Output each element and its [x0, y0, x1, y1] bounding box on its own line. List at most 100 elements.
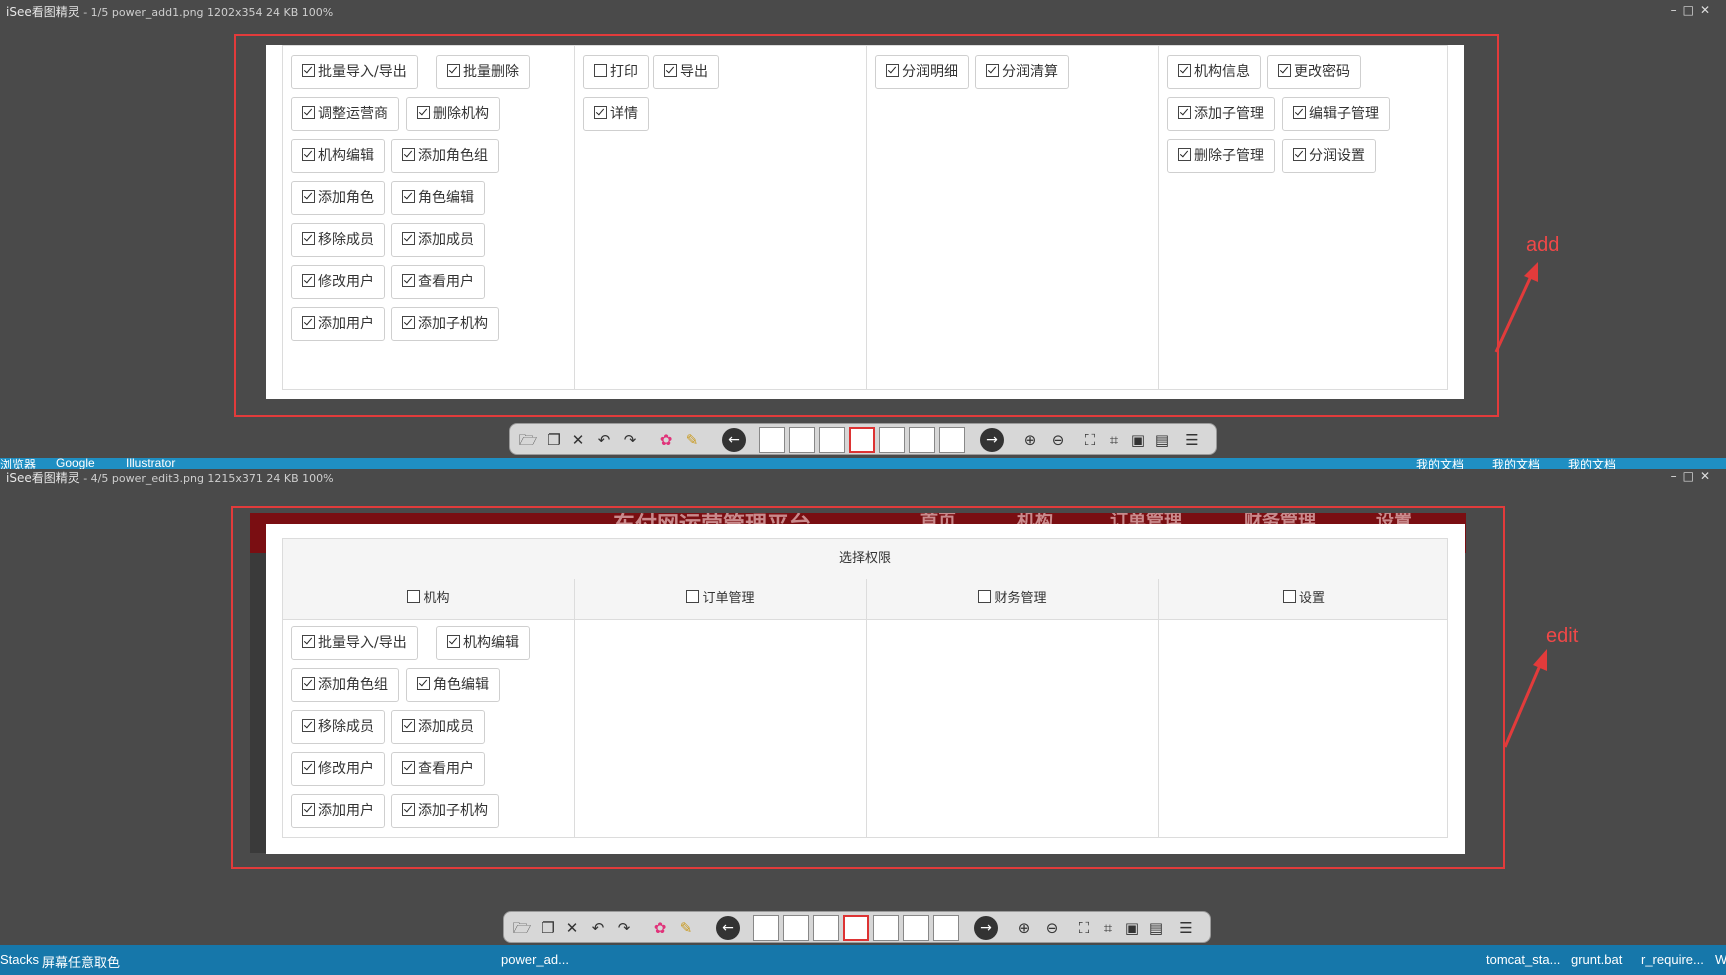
maximize-icon[interactable]: □	[1683, 469, 1700, 483]
rotate-right-icon[interactable]: ↷	[614, 918, 634, 938]
permission-checkbox[interactable]: 批量导入/导出	[291, 55, 418, 89]
permission-checkbox[interactable]: 机构信息	[1167, 55, 1261, 89]
fit-window-icon[interactable]: ⛶	[1080, 430, 1100, 450]
open-folder-icon[interactable]: 🗁	[518, 430, 538, 450]
fullscreen-icon[interactable]: ▣	[1128, 430, 1148, 450]
thumbnail[interactable]	[879, 427, 905, 453]
checked-box-icon[interactable]	[447, 635, 460, 648]
zoom-in-icon[interactable]: ⊕	[1020, 430, 1040, 450]
close-icon[interactable]: ✕	[1700, 3, 1716, 17]
checked-box-icon[interactable]	[402, 190, 415, 203]
checked-box-icon[interactable]	[402, 232, 415, 245]
category-header-orders[interactable]: 订单管理	[575, 579, 867, 619]
permission-checkbox[interactable]: 添加成员	[391, 710, 485, 744]
strip-item[interactable]: Google	[56, 458, 95, 469]
checked-box-icon[interactable]	[302, 761, 315, 774]
menu-icon[interactable]: ☰	[1176, 918, 1196, 938]
delete-icon[interactable]: ✕	[568, 430, 588, 450]
effects-icon[interactable]: ✿	[656, 430, 676, 450]
thumbnail[interactable]	[753, 915, 779, 941]
permission-checkbox[interactable]: 角色编辑	[391, 181, 485, 215]
rotate-left-icon[interactable]: ↶	[588, 918, 608, 938]
category-header-settings[interactable]: 设置	[1159, 579, 1449, 619]
checked-box-icon[interactable]	[1178, 106, 1191, 119]
checked-box-icon[interactable]	[417, 106, 430, 119]
brush-icon[interactable]: ✎	[676, 918, 696, 938]
permission-checkbox[interactable]: 添加角色组	[391, 139, 499, 173]
strip-item[interactable]: 我的文档	[1568, 458, 1616, 469]
permission-checkbox[interactable]: 调整运营商	[291, 97, 399, 131]
checked-box-icon[interactable]	[664, 64, 677, 77]
permission-checkbox[interactable]: 删除子管理	[1167, 139, 1275, 173]
close-icon[interactable]: ✕	[1700, 469, 1716, 483]
next-image-icon[interactable]: →	[974, 916, 998, 940]
permission-checkbox[interactable]: 修改用户	[291, 265, 385, 299]
permission-checkbox[interactable]: 添加角色组	[291, 668, 399, 702]
permission-checkbox[interactable]: 分润设置	[1282, 139, 1376, 173]
checked-box-icon[interactable]	[302, 635, 315, 648]
permission-checkbox[interactable]: 打印	[583, 55, 649, 89]
unchecked-box-icon[interactable]	[594, 64, 607, 77]
effects-icon[interactable]: ✿	[650, 918, 670, 938]
copy-icon[interactable]: ❐	[544, 430, 564, 450]
taskbar-item[interactable]: W	[1715, 952, 1726, 967]
brush-icon[interactable]: ✎	[682, 430, 702, 450]
category-header-org[interactable]: 机构	[283, 579, 575, 619]
permission-checkbox[interactable]: 移除成员	[291, 710, 385, 744]
checked-box-icon[interactable]	[302, 106, 315, 119]
permission-checkbox[interactable]: 分润明细	[875, 55, 969, 89]
checked-box-icon[interactable]	[302, 148, 315, 161]
thumbnail[interactable]	[783, 915, 809, 941]
checked-box-icon[interactable]	[302, 190, 315, 203]
checked-box-icon[interactable]	[1293, 148, 1306, 161]
checked-box-icon[interactable]	[417, 677, 430, 690]
zoom-in-icon[interactable]: ⊕	[1014, 918, 1034, 938]
menu-icon[interactable]: ☰	[1182, 430, 1202, 450]
next-image-icon[interactable]: →	[980, 428, 1004, 452]
checked-box-icon[interactable]	[402, 274, 415, 287]
permission-checkbox[interactable]: 批量删除	[436, 55, 530, 89]
rotate-left-icon[interactable]: ↶	[594, 430, 614, 450]
permission-checkbox[interactable]: 编辑子管理	[1282, 97, 1390, 131]
checkbox-icon[interactable]	[1282, 590, 1296, 603]
checked-box-icon[interactable]	[402, 761, 415, 774]
permission-checkbox[interactable]: 分润清算	[975, 55, 1069, 89]
permission-checkbox[interactable]: 角色编辑	[406, 668, 500, 702]
permission-checkbox[interactable]: 查看用户	[391, 265, 485, 299]
permission-checkbox[interactable]: 添加子机构	[391, 794, 499, 828]
permission-checkbox[interactable]: 添加用户	[291, 794, 385, 828]
permission-checkbox[interactable]: 更改密码	[1267, 55, 1361, 89]
checked-box-icon[interactable]	[594, 106, 607, 119]
top-window-controls[interactable]: –□✕	[1671, 3, 1716, 17]
checked-box-icon[interactable]	[402, 803, 415, 816]
fit-window-icon[interactable]: ⛶	[1074, 918, 1094, 938]
minimize-icon[interactable]: –	[1671, 469, 1683, 483]
minimize-icon[interactable]: –	[1671, 3, 1683, 17]
thumbnail[interactable]	[813, 915, 839, 941]
strip-item[interactable]: 我的文档	[1416, 458, 1464, 469]
thumbnail[interactable]	[789, 427, 815, 453]
bottom-window-controls[interactable]: –□✕	[1671, 469, 1716, 483]
thumbnail[interactable]	[759, 427, 785, 453]
thumbnail[interactable]	[903, 915, 929, 941]
checked-box-icon[interactable]	[986, 64, 999, 77]
taskbar-item[interactable]: 屏幕任意取色	[42, 952, 120, 971]
permission-checkbox[interactable]: 批量导入/导出	[291, 626, 418, 660]
thumbnail[interactable]	[933, 915, 959, 941]
checked-box-icon[interactable]	[1293, 106, 1306, 119]
previous-image-icon[interactable]: ←	[716, 916, 740, 940]
checked-box-icon[interactable]	[1178, 148, 1191, 161]
previous-image-icon[interactable]: ←	[722, 428, 746, 452]
copy-icon[interactable]: ❐	[538, 918, 558, 938]
thumbnail-selected[interactable]	[843, 915, 869, 941]
checked-box-icon[interactable]	[402, 316, 415, 329]
checkbox-icon[interactable]	[978, 590, 992, 603]
checkbox-icon[interactable]	[686, 590, 700, 603]
strip-item[interactable]: 浏览器	[0, 458, 36, 469]
taskbar-item[interactable]: Stacks	[0, 952, 39, 967]
permission-checkbox[interactable]: 添加子机构	[391, 307, 499, 341]
actual-size-icon[interactable]: ⌗	[1098, 918, 1118, 938]
permission-checkbox[interactable]: 查看用户	[391, 752, 485, 786]
thumbnail[interactable]	[873, 915, 899, 941]
zoom-out-icon[interactable]: ⊖	[1048, 430, 1068, 450]
